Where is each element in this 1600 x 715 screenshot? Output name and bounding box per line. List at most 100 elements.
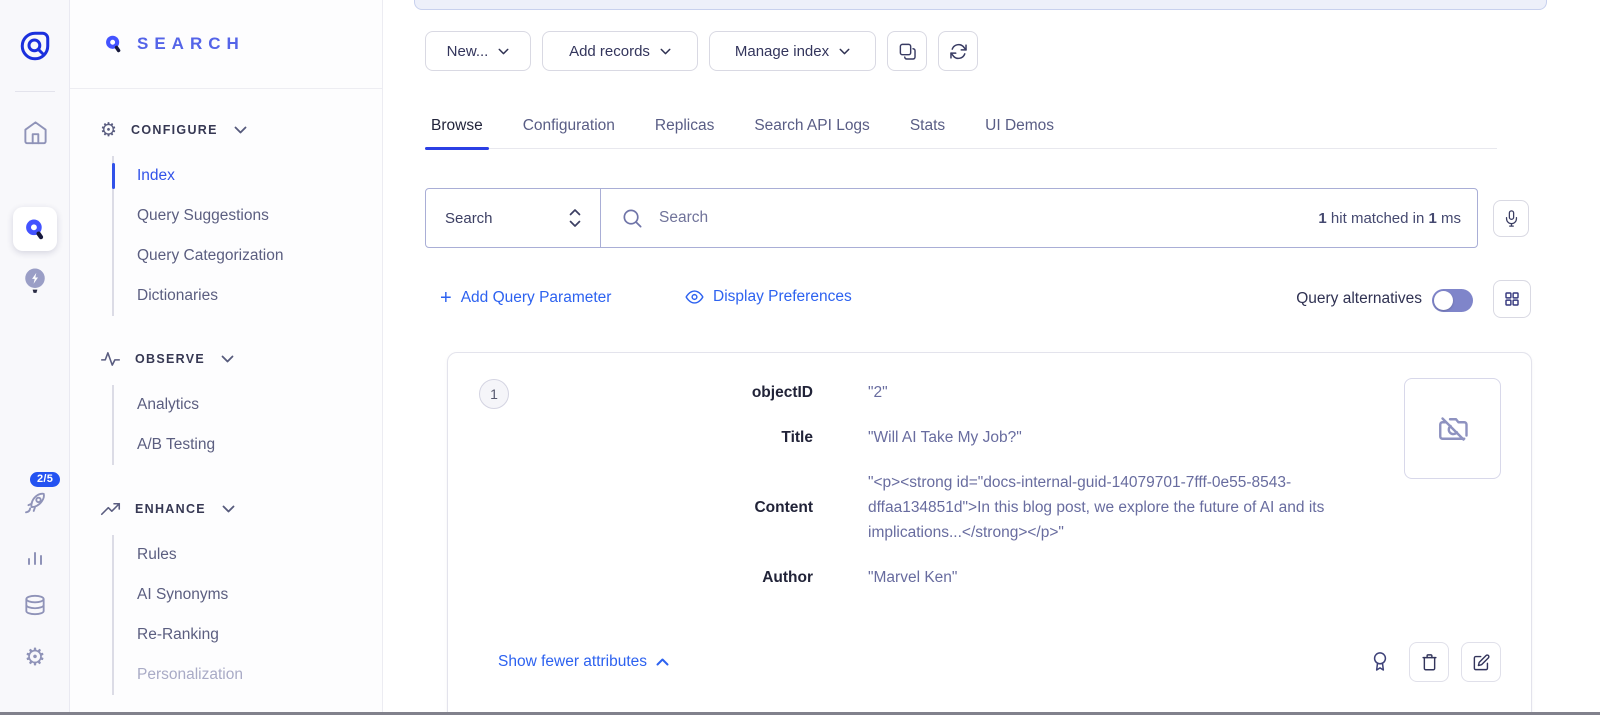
enhance-section-header[interactable]: ENHANCE	[100, 497, 382, 521]
activity-icon	[100, 350, 121, 368]
add-records-label: Add records	[569, 43, 650, 60]
main-content: New... Add records Manage index	[383, 0, 1600, 715]
time-value: 1	[1428, 210, 1436, 227]
icon-rail: 2/5 ⚙	[0, 0, 70, 715]
gear-icon: ⚙	[100, 121, 117, 140]
sidebar-section-configure: ⚙ CONFIGURE Index Query Suggestions Quer…	[70, 118, 382, 316]
voice-search-button[interactable]	[1493, 200, 1529, 237]
sidebar-item-dictionaries[interactable]: Dictionaries	[137, 276, 382, 316]
new-button-label: New...	[447, 43, 489, 60]
configure-section-header[interactable]: ⚙ CONFIGURE	[100, 118, 382, 142]
sidebar-section-enhance: ENHANCE Rules AI Synonyms Re-Ranking Per…	[70, 497, 382, 695]
home-icon	[22, 119, 49, 146]
sidebar-item-query-suggestions[interactable]: Query Suggestions	[137, 196, 382, 236]
algolia-logo[interactable]	[0, 24, 70, 68]
layout-grid-button[interactable]	[1493, 280, 1531, 318]
sidebar-item-label: Rules	[137, 546, 177, 564]
show-fewer-attributes-link[interactable]: Show fewer attributes	[498, 653, 669, 671]
search-icon	[621, 207, 644, 230]
rocket-icon	[21, 489, 49, 517]
tab-label: Stats	[910, 117, 945, 135]
algolia-logo-icon	[17, 28, 53, 64]
sidebar-item-re-ranking[interactable]: Re-Ranking	[137, 615, 382, 655]
hit-attributes: objectID "2" Title "Will AI Take My Job?…	[448, 380, 1403, 590]
sidebar-item-label: Query Suggestions	[137, 207, 269, 225]
new-button[interactable]: New...	[425, 31, 531, 71]
tab-label: Replicas	[655, 117, 714, 135]
observe-section-header[interactable]: OBSERVE	[100, 347, 382, 371]
copy-button[interactable]	[887, 31, 927, 71]
sidebar-header: SEARCH	[70, 0, 382, 89]
gear-icon: ⚙	[24, 645, 46, 669]
sidebar-item-label: A/B Testing	[137, 436, 215, 454]
plus-icon: +	[440, 288, 452, 308]
refresh-button[interactable]	[938, 31, 978, 71]
query-alternatives-toggle[interactable]	[1432, 289, 1473, 312]
sidebar-item-label: Query Categorization	[137, 247, 283, 265]
display-preferences-link[interactable]: Display Preferences	[685, 288, 852, 306]
stats-text: hit matched in	[1327, 210, 1429, 227]
sidebar-item-analytics[interactable]: Analytics	[137, 385, 382, 425]
rail-recommend-button[interactable]	[0, 262, 70, 300]
attribute-row-title: Title "Will AI Take My Job?"	[448, 425, 1403, 450]
rail-settings-button[interactable]: ⚙	[0, 640, 70, 674]
rail-search-button-active[interactable]	[13, 207, 57, 251]
grid-icon	[1503, 290, 1521, 308]
attribute-value: "Will AI Take My Job?"	[868, 425, 1403, 450]
copy-icon	[898, 42, 917, 61]
sidebar-item-query-categorization[interactable]: Query Categorization	[137, 236, 382, 276]
chevron-down-icon	[498, 48, 509, 55]
bar-chart-icon	[23, 545, 47, 569]
eye-icon	[685, 289, 704, 305]
usage-badge: 2/5	[30, 472, 60, 487]
search-stats: 1 hit matched in 1 ms	[1318, 210, 1461, 227]
rail-home-button[interactable]	[0, 115, 70, 149]
sidebar-item-index[interactable]: Index	[137, 156, 382, 196]
hit-card: 1 objectID "2" Title "Will AI Take My Jo…	[447, 352, 1532, 715]
add-records-button[interactable]: Add records	[542, 31, 698, 71]
manage-index-button[interactable]: Manage index	[709, 31, 876, 71]
sidebar-item-rules[interactable]: Rules	[137, 535, 382, 575]
tab-label: Search API Logs	[754, 117, 869, 135]
chevron-down-icon	[660, 48, 671, 55]
query-alternatives-label: Query alternatives	[1296, 290, 1422, 308]
time-unit: ms	[1437, 210, 1461, 227]
mic-icon	[1503, 209, 1520, 229]
pin-result-button[interactable]	[1370, 650, 1390, 675]
rail-data-button[interactable]	[0, 588, 70, 622]
tab-label: Browse	[431, 117, 483, 135]
top-banner-partial	[414, 0, 1547, 10]
tab-stats[interactable]: Stats	[904, 104, 951, 148]
edit-icon	[1472, 653, 1491, 672]
tab-replicas[interactable]: Replicas	[649, 104, 720, 148]
rail-rocket-button[interactable]	[0, 486, 70, 520]
edit-record-button[interactable]	[1461, 642, 1501, 682]
sidebar-item-ab-testing[interactable]: A/B Testing	[137, 425, 382, 465]
index-selector[interactable]: Search	[426, 189, 601, 247]
sidebar-item-ai-synonyms[interactable]: AI Synonyms	[137, 575, 382, 615]
tab-ui-demos[interactable]: UI Demos	[979, 104, 1060, 148]
index-tabs: Browse Configuration Replicas Search API…	[425, 104, 1497, 149]
trending-up-icon	[100, 501, 121, 517]
configure-items: Index Query Suggestions Query Categoriza…	[112, 156, 382, 316]
tab-browse[interactable]: Browse	[425, 104, 489, 148]
tab-label: UI Demos	[985, 117, 1054, 135]
search-input-area: 1 hit matched in 1 ms	[601, 189, 1477, 247]
rail-analytics-button[interactable]	[0, 540, 70, 574]
add-query-parameter-link[interactable]: + Add Query Parameter	[440, 288, 611, 308]
tab-configuration[interactable]: Configuration	[517, 104, 621, 148]
attribute-name: Author	[448, 569, 813, 587]
attribute-name: Title	[448, 429, 813, 447]
attribute-row-author: Author "Marvel Ken"	[448, 565, 1403, 590]
section-label: OBSERVE	[135, 352, 205, 366]
sidebar-item-personalization[interactable]: Personalization	[137, 655, 382, 695]
rail-divider	[15, 91, 55, 92]
display-preferences-label: Display Preferences	[713, 288, 852, 306]
hit-image-placeholder	[1404, 378, 1501, 479]
delete-record-button[interactable]	[1409, 642, 1449, 682]
attribute-value: "<p><strong id="docs-internal-guid-14079…	[868, 470, 1403, 545]
search-input[interactable]	[659, 209, 1303, 227]
chevron-down-icon	[234, 126, 247, 134]
refresh-icon	[949, 42, 968, 61]
tab-search-api-logs[interactable]: Search API Logs	[748, 104, 875, 148]
